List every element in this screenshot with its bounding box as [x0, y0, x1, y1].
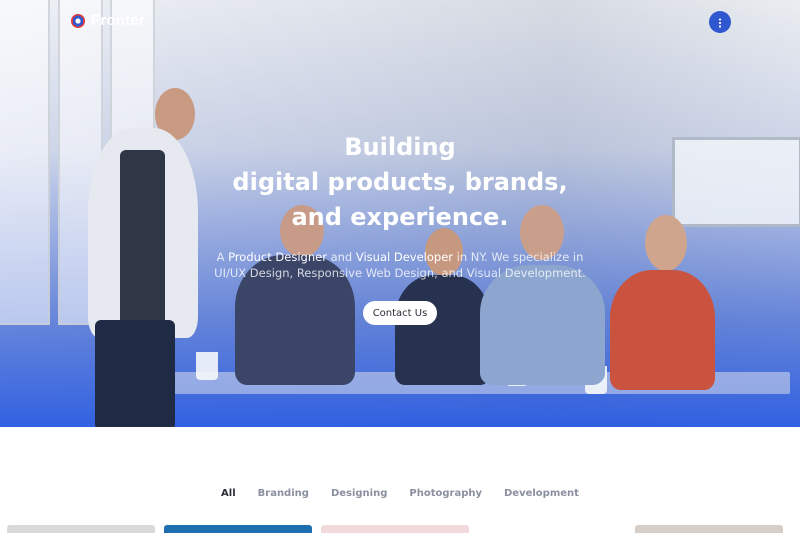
tab-branding[interactable]: Branding: [258, 488, 309, 499]
headline-line-3: and experience.: [291, 203, 509, 231]
hero-subtext: A Product Designer and Visual Developer …: [205, 249, 595, 281]
hero-section: Fronter Building digital products, brand…: [0, 0, 800, 427]
subtext-and: and: [326, 250, 356, 264]
contact-us-button[interactable]: Contact Us: [363, 301, 437, 325]
subtext-prefix: A: [216, 250, 229, 264]
brand-logo[interactable]: Fronter: [70, 12, 145, 29]
subtext-rest: in NY. We specialize in: [453, 250, 584, 264]
subtext-line-2: UI/UX Design, Responsive Web Design, and…: [214, 266, 586, 280]
headline-line-1: Building: [344, 133, 456, 161]
portfolio-card[interactable]: [164, 525, 312, 533]
tab-all[interactable]: All: [221, 488, 236, 499]
tab-designing[interactable]: Designing: [331, 488, 387, 499]
portfolio-card[interactable]: [635, 525, 783, 533]
more-vertical-icon: [718, 13, 722, 32]
tab-development[interactable]: Development: [504, 488, 579, 499]
role-product-designer: Product Designer: [228, 250, 327, 264]
portfolio-card[interactable]: [478, 525, 626, 533]
portfolio-card[interactable]: [7, 525, 155, 533]
portfolio-card[interactable]: [321, 525, 469, 533]
menu-button[interactable]: [709, 11, 731, 33]
headline-line-2: digital products, brands,: [232, 168, 568, 196]
fronter-logo-icon: [70, 13, 86, 29]
brand-name: Fronter: [91, 12, 145, 29]
portfolio-filter-tabs: All Branding Designing Photography Devel…: [0, 488, 800, 499]
hero-headline: Building digital products, brands, and e…: [200, 130, 600, 235]
tab-photography[interactable]: Photography: [409, 488, 482, 499]
role-visual-developer: Visual Developer: [355, 250, 454, 264]
